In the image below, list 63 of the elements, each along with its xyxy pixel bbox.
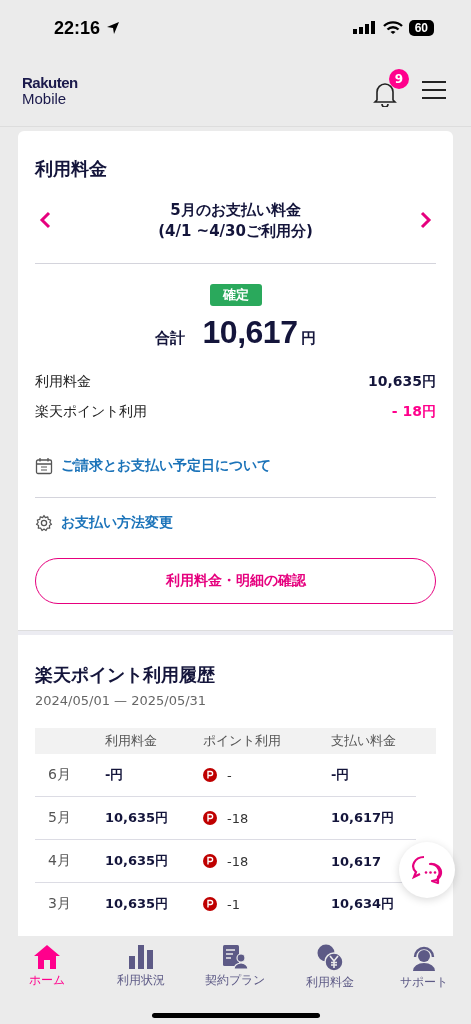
battery-indicator: 60 <box>408 20 434 36</box>
column-header: 支払い料金 <box>331 732 397 750</box>
signal-icon <box>352 21 377 35</box>
charge-label: 楽天ポイント利用 <box>35 403 147 421</box>
charge-value: - 18円 <box>391 403 436 421</box>
month-cell-text: 4月 <box>47 852 72 870</box>
nav-tab[interactable]: 利用料金 <box>289 944 370 991</box>
info-link[interactable]: ご請求とお支払い予定日について <box>61 457 271 475</box>
logo-text: Rakuten <box>22 75 78 91</box>
billing-details-button[interactable]: 利用料金・明細の確認 <box>35 558 436 604</box>
chat-bubbles-icon <box>411 855 443 885</box>
usage-cell-text: 10,635円 <box>105 809 170 827</box>
calendar-icon <box>35 457 53 475</box>
point-icon <box>203 854 217 868</box>
home-icon <box>33 944 62 970</box>
wifi-icon <box>382 21 403 35</box>
billing-month-title: 5月のお支払い料金 <box>170 201 301 220</box>
status-badge: 確定 <box>209 284 262 306</box>
points-cell: - <box>227 767 232 783</box>
settings-icon <box>35 514 53 532</box>
points-cell: -18 <box>227 853 249 869</box>
date-range: 2024/05/01 — 2025/05/31 <box>35 693 208 708</box>
points-cell: -18 <box>227 810 249 826</box>
bell-icon <box>373 81 397 107</box>
document-person-icon <box>221 944 250 970</box>
notification-badge: 9 <box>389 69 409 89</box>
logo-subtext: Mobile <box>22 91 68 107</box>
chevron-left-icon <box>39 210 51 229</box>
location-arrow-icon <box>106 21 121 35</box>
currency-unit: 円 <box>301 329 317 348</box>
status-time: 22:16 <box>54 17 101 39</box>
payment-cell-text: -円 <box>331 766 351 784</box>
point-icon <box>203 897 217 911</box>
points-cell: -1 <box>227 896 240 912</box>
bar-chart-icon <box>128 944 155 970</box>
charge-label: 利用料金 <box>35 373 91 391</box>
usage-cell-text: -円 <box>105 766 125 784</box>
month-cell-text: 3月 <box>47 895 72 913</box>
column-header: ポイント利用 <box>203 732 282 750</box>
coins-icon <box>315 944 344 972</box>
month-cell-text: 5月 <box>47 809 72 827</box>
column-header: 利用料金 <box>105 732 158 750</box>
nav-tab[interactable]: 利用状況 <box>101 944 182 991</box>
nav-tab[interactable]: サポート <box>383 944 464 991</box>
chevron-right-icon <box>420 210 432 229</box>
payment-cell-text: 10,617円 <box>331 809 396 827</box>
info-link[interactable]: お支払い方法変更 <box>61 514 173 532</box>
payment-cell-text: 10,617 <box>331 853 383 869</box>
nav-tab[interactable]: 契約プラン <box>195 944 276 991</box>
section-title: 楽天ポイント利用履歴 <box>35 663 216 687</box>
billing-period: (4/1 ~4/30ご利用分) <box>158 222 313 241</box>
point-icon <box>203 768 217 782</box>
charge-value: 10,635円 <box>367 373 436 391</box>
usage-cell-text: 10,635円 <box>105 895 170 913</box>
payment-cell-text: 10,634円 <box>331 895 396 913</box>
menu-icon <box>421 79 447 100</box>
month-cell-text: 6月 <box>47 766 72 784</box>
total-label: 合計 <box>154 329 185 348</box>
nav-tab[interactable]: ホーム <box>7 944 88 991</box>
section-title: 利用料金 <box>35 157 108 181</box>
usage-cell-text: 10,635円 <box>105 852 170 870</box>
point-icon <box>203 811 217 825</box>
total-amount: 10,617 <box>202 314 298 351</box>
